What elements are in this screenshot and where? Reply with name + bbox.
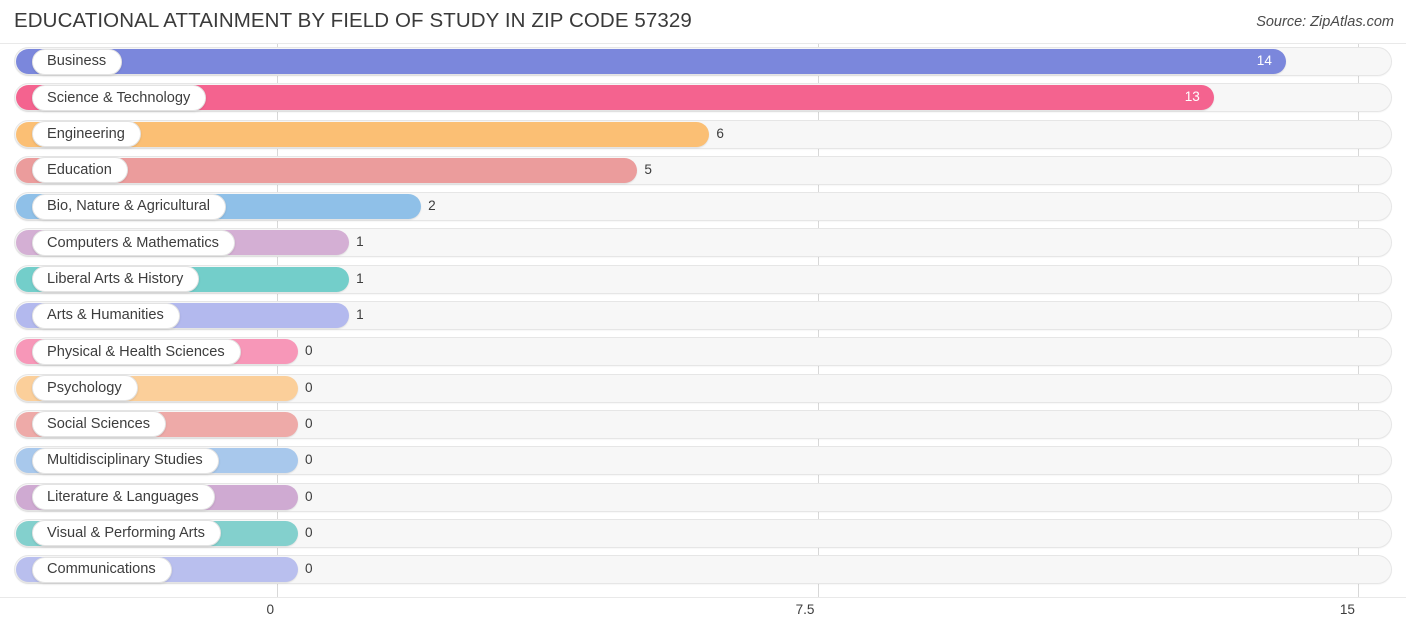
bar-row[interactable]: Psychology 0 <box>0 371 1406 407</box>
category-label-pill: Physical & Health Sciences <box>32 338 241 365</box>
category-label: Psychology <box>47 379 122 396</box>
category-label: Literature & Languages <box>47 488 199 505</box>
tick-label: 15 <box>1339 602 1355 617</box>
category-label-pill: Education <box>32 157 128 184</box>
bar[interactable] <box>16 49 1286 74</box>
bar-value-label: 0 <box>305 379 313 395</box>
category-label-pill: Engineering <box>32 121 141 148</box>
bar-row[interactable]: Education 5 <box>0 153 1406 189</box>
bar-value-label: 0 <box>305 343 313 359</box>
bar-row[interactable]: Business 14 <box>0 44 1406 80</box>
category-label: Science & Technology <box>47 89 191 106</box>
tick-label: 0 <box>266 602 274 617</box>
category-label-pill: Multidisciplinary Studies <box>32 447 219 474</box>
category-label-pill: Bio, Nature & Agricultural <box>32 193 227 220</box>
category-label: Bio, Nature & Agricultural <box>47 198 211 215</box>
category-label-pill: Arts & Humanities <box>32 302 180 329</box>
bar-value-label: 0 <box>305 452 313 468</box>
bar-value-label: 6 <box>716 125 724 141</box>
page-title: EDUCATIONAL ATTAINMENT BY FIELD OF STUDY… <box>14 9 692 32</box>
bar-value-label: 13 <box>1184 89 1200 105</box>
bar-row[interactable]: Physical & Health Sciences 0 <box>0 334 1406 370</box>
chart-header: EDUCATIONAL ATTAINMENT BY FIELD OF STUDY… <box>0 0 1406 44</box>
bar-row[interactable]: Social Sciences 0 <box>0 407 1406 443</box>
bar-value-label: 1 <box>356 234 364 250</box>
bar-value-label: 14 <box>1256 53 1272 68</box>
bar-rows: Business 14 Science & Technology 13 Engineer… <box>0 44 1406 588</box>
category-label: Education <box>47 162 112 179</box>
bar-row[interactable]: Arts & Humanities 1 <box>0 298 1406 334</box>
bar-row[interactable]: Visual & Performing Arts 0 <box>0 516 1406 552</box>
plot-area: Business 14 Science & Technology 13 Engineer… <box>0 44 1406 597</box>
bar-value-label: 0 <box>305 488 313 504</box>
category-label-pill: Social Sciences <box>32 411 167 438</box>
category-label: Liberal Arts & History <box>47 270 184 287</box>
bar-row[interactable]: Literature & Languages 0 <box>0 480 1406 516</box>
bar-value-label: 0 <box>305 561 313 577</box>
category-label-pill: Psychology <box>32 375 138 402</box>
category-label-pill: Literature & Languages <box>32 484 215 511</box>
category-label: Physical & Health Sciences <box>47 343 225 360</box>
category-label: Arts & Humanities <box>47 307 164 324</box>
category-label-pill: Liberal Arts & History <box>32 266 200 293</box>
bar-value-label: 0 <box>305 524 313 540</box>
bar-value-label: 2 <box>428 198 436 214</box>
category-label-pill: Communications <box>32 556 172 583</box>
category-label-pill: Business <box>32 48 123 75</box>
chart-page: EDUCATIONAL ATTAINMENT BY FIELD OF STUDY… <box>0 0 1406 631</box>
category-label: Multidisciplinary Studies <box>47 452 203 469</box>
bar-value-label: 1 <box>356 307 364 323</box>
bar-value-label: 1 <box>356 270 364 286</box>
bar-row[interactable]: Computers & Mathematics 1 <box>0 225 1406 261</box>
bar-row[interactable]: Multidisciplinary Studies 0 <box>0 443 1406 479</box>
category-label-pill: Science & Technology <box>32 84 207 111</box>
category-label-pill: Visual & Performing Arts <box>32 520 221 547</box>
axis-divider <box>0 597 1406 598</box>
category-label: Visual & Performing Arts <box>47 525 205 542</box>
category-label: Engineering <box>47 125 125 142</box>
category-label-pill: Computers & Mathematics <box>32 229 235 256</box>
category-label: Computers & Mathematics <box>47 234 219 251</box>
bar-row[interactable]: Liberal Arts & History 1 <box>0 262 1406 298</box>
bar-value-label: 0 <box>305 415 313 431</box>
bar-row[interactable]: Communications 0 <box>0 552 1406 588</box>
bar-row[interactable]: Science & Technology 13 <box>0 80 1406 116</box>
bar-row[interactable]: Engineering 6 <box>0 117 1406 153</box>
x-axis: 0 7.5 15 <box>0 597 1406 631</box>
category-label: Communications <box>47 561 156 578</box>
tick-label: 7.5 <box>795 602 815 617</box>
source-attribution: Source: ZipAtlas.com <box>1256 14 1394 30</box>
category-label: Social Sciences <box>47 416 151 433</box>
category-label: Business <box>47 53 107 70</box>
bar-row[interactable]: Bio, Nature & Agricultural 2 <box>0 189 1406 225</box>
bar-value-label: 5 <box>644 161 652 177</box>
